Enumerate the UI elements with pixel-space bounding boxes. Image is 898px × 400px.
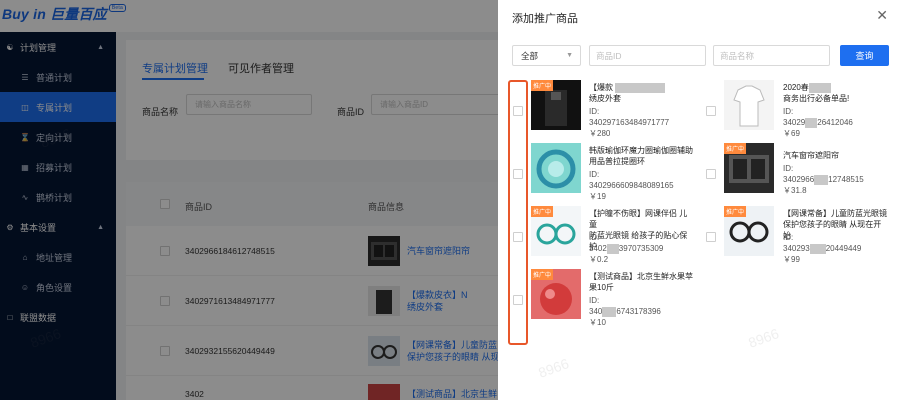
product-price: ￥69: [783, 129, 800, 138]
product-meta: ID: 3402966609848089165 ￥19: [589, 169, 674, 202]
blurred-text: [606, 243, 619, 254]
product-price: ￥99: [783, 255, 800, 264]
id-value: 340293: [783, 244, 810, 253]
product-title[interactable]: 汽车窗帘遮阳帘: [783, 150, 888, 161]
product-title-line: 【测试商品】北京生鲜水果苹: [589, 272, 693, 281]
product-meta: ID: 340 6743178396 ￥10: [589, 295, 661, 328]
product-price: ￥0.2: [589, 255, 609, 264]
product-title-line: 韩版瑜伽环魔力圈瑜伽圈辅助: [589, 146, 693, 155]
id-label: ID:: [783, 164, 794, 173]
product-meta: ID: 3402 3970735309 ￥0.2: [589, 232, 663, 265]
add-promotion-product-drawer: 添加推广商品 ✕ 全部 ▼ 商品ID 商品名称 查询 推广中 【爆款 绣皮外套 …: [498, 0, 898, 400]
product-title-line: 商务出行必备单品!: [783, 94, 850, 103]
product-title[interactable]: 韩版瑜伽环魔力圈瑜伽圈辅助 用品普拉提圈环: [589, 145, 694, 167]
watermark: 8966: [746, 325, 781, 351]
product-title-line: 【网课常备】儿童防蓝光眼镜: [783, 209, 887, 218]
blurred-text: [805, 117, 818, 128]
id-value: 26412046: [817, 118, 853, 127]
id-value: 3402966: [783, 175, 815, 184]
product-image: 推广中: [531, 269, 581, 319]
product-title-line: 【护瞳不伤眼】网课伴侣 儿童: [589, 209, 688, 229]
product-checkbox[interactable]: [706, 232, 716, 242]
product-title-line: 用品普拉提圈环: [589, 157, 645, 166]
product-title-line: 【爆款: [589, 83, 613, 92]
id-value: 6743178396: [616, 307, 661, 316]
product-price: ￥280: [589, 129, 611, 138]
product-price: ￥19: [589, 192, 606, 201]
id-label: ID:: [589, 296, 600, 305]
promo-tag: 推广中: [531, 206, 554, 217]
promo-tag: 推广中: [724, 143, 747, 154]
product-image: 推广中: [724, 206, 774, 256]
modal-product-name-input[interactable]: 商品名称: [713, 45, 830, 66]
promo-tag: 推广中: [531, 80, 554, 91]
id-label: ID:: [589, 170, 600, 179]
status-select[interactable]: 全部 ▼: [512, 45, 581, 66]
shirt-image: [733, 85, 765, 127]
id-value: 12748515: [828, 175, 864, 184]
id-value: 3484971777: [624, 118, 670, 127]
product-meta: ID: 340293 20449449 ￥99: [783, 232, 861, 265]
id-value: 3402: [589, 244, 607, 253]
watermark: 8966: [536, 355, 571, 381]
product-image: 推广中: [531, 206, 581, 256]
id-label: ID:: [783, 107, 794, 116]
product-title-line: 绣皮外套: [589, 94, 621, 103]
blurred-text: [615, 82, 666, 93]
product-title-line: 汽车窗帘遮阳帘: [783, 151, 839, 160]
promo-tag: 推广中: [724, 206, 747, 217]
product-image: 推广中: [724, 143, 774, 193]
id-label: ID:: [783, 233, 794, 242]
modal-product-id-input[interactable]: 商品ID: [589, 45, 706, 66]
product-image: [531, 143, 581, 193]
search-button[interactable]: 查询: [840, 45, 889, 66]
product-checkbox[interactable]: [706, 169, 716, 179]
blurred-text: [809, 243, 826, 254]
product-meta: ID: 34029 26412046 ￥69: [783, 106, 853, 139]
product-meta: ID: 3402966 12748515 ￥31.8: [783, 163, 864, 196]
product-image: [724, 80, 774, 130]
product-title[interactable]: 【爆款 绣皮外套: [589, 82, 694, 104]
product-price: ￥31.8: [783, 186, 807, 195]
id-label: ID:: [589, 107, 600, 116]
promo-tag: 推广中: [531, 269, 554, 280]
id-value: 34029716: [589, 118, 625, 127]
product-title[interactable]: 【测试商品】北京生鲜水果苹 果10斤: [589, 271, 694, 293]
product-image: 推广中: [531, 80, 581, 130]
blurred-text: [602, 306, 617, 317]
id-value: 340: [589, 307, 603, 316]
id-label: ID:: [589, 233, 600, 242]
id-value: 34029: [783, 118, 806, 127]
id-value: 3402966609848089165: [589, 181, 674, 190]
blurred-text: [808, 82, 831, 93]
product-title[interactable]: 2020春 商务出行必备单品!: [783, 82, 888, 104]
product-title-line: 果10斤: [589, 283, 614, 292]
yoga-ring-image: [536, 149, 576, 189]
close-icon[interactable]: ✕: [876, 7, 888, 24]
checkbox-column-highlight: [508, 80, 528, 345]
id-value: 20449449: [825, 244, 862, 253]
status-select-value: 全部: [521, 50, 539, 61]
id-value: 3970735309: [618, 244, 664, 253]
product-checkbox[interactable]: [706, 106, 716, 116]
product-title-line: 2020春: [783, 83, 809, 92]
drawer-title: 添加推广商品: [512, 13, 578, 25]
chevron-down-icon: ▼: [566, 52, 573, 59]
product-meta: ID: 340297163484971777 ￥280: [589, 106, 669, 139]
blurred-text: [814, 174, 829, 185]
product-price: ￥10: [589, 318, 606, 327]
